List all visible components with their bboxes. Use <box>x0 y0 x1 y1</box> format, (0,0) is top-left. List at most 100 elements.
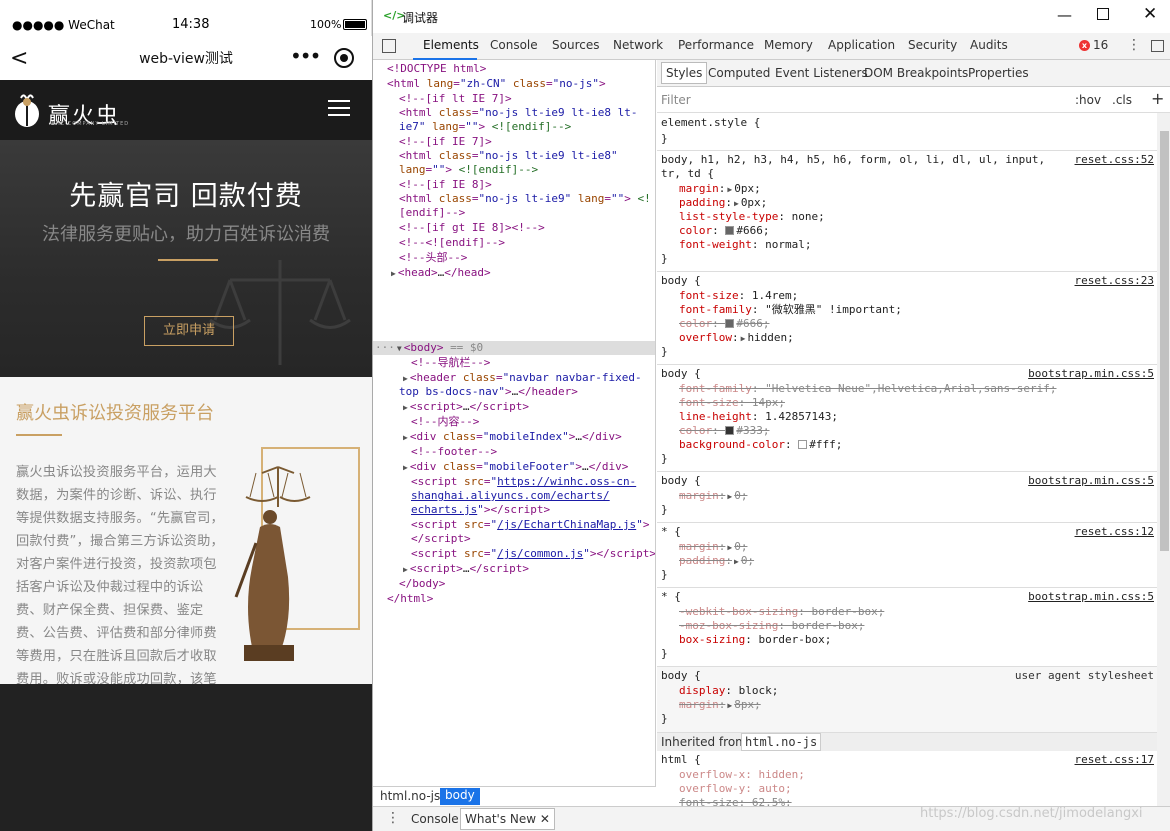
close-icon[interactable]: ✕ <box>1143 4 1157 24</box>
tab-security[interactable]: Security <box>908 38 957 52</box>
inherited-tag[interactable]: html.no-js <box>741 733 822 751</box>
dom-line[interactable]: <script src="/js/common.js"></script> <box>411 547 655 561</box>
dom-line[interactable]: shanghai.aliyuncs.com/echarts/ <box>411 489 610 503</box>
breadcrumb-body[interactable]: body <box>440 788 480 805</box>
battery-percent: 100% <box>310 18 342 31</box>
breadcrumb-html[interactable]: html.no-js <box>375 789 445 803</box>
devtools-window: </> 调试器 — ✕ Elements Console Sources Net… <box>372 0 1170 831</box>
wechat-navbar: < web-view测试 ••• <box>0 36 372 80</box>
dom-line[interactable]: ▶ <script>…</script> <box>401 562 529 577</box>
tab-computed[interactable]: Computed <box>708 66 770 80</box>
intro-section: 赢火虫诉讼投资服务平台 赢火虫诉讼投资服务平台，运用大数据，为案件的诊断、诉讼、… <box>0 377 372 684</box>
dom-line[interactable]: ▶ <script>…</script> <box>401 400 529 415</box>
status-time: 14:38 <box>172 17 210 32</box>
signal-carrier: ●●●●● WeChat <box>12 18 115 32</box>
style-rule[interactable]: body { bootstrap.min.css:5 margin: ▶ 0; } <box>657 472 1157 523</box>
dom-line[interactable]: <html class="no-js lt-ie9 lt-ie8" <box>399 149 618 163</box>
breadcrumb: html.no-js body <box>373 786 656 806</box>
dom-line[interactable]: ▶ <head>…</head> <box>389 266 491 281</box>
tab-event-listeners[interactable]: Event Listeners <box>775 66 868 80</box>
tab-audits[interactable]: Audits <box>970 38 1008 52</box>
lady-justice-statue-icon <box>234 466 311 661</box>
dom-line[interactable]: <script src="https://winhc.oss-cn- <box>411 475 636 489</box>
tab-application[interactable]: Application <box>828 38 895 52</box>
dom-line[interactable]: [endif]--> <box>399 206 465 220</box>
tab-performance[interactable]: Performance <box>678 38 754 52</box>
style-rule-user-agent[interactable]: body { user agent stylesheet display: bl… <box>657 667 1157 733</box>
dom-line[interactable]: <!--<![endif]--> <box>399 236 505 250</box>
dom-line[interactable]: ▶ <div class="mobileIndex">…</div> <box>401 430 622 445</box>
apply-now-button[interactable]: 立即申请 <box>144 316 234 346</box>
style-rule[interactable]: * { bootstrap.min.css:5 -webkit-box-sizi… <box>657 588 1157 667</box>
dom-line[interactable]: <!--[if IE 8]> <box>399 178 492 192</box>
tab-sources[interactable]: Sources <box>552 38 599 52</box>
dom-line[interactable]: top bs-docs-nav">…</header> <box>399 385 578 399</box>
dom-line[interactable]: </script> <box>411 532 471 546</box>
dom-line[interactable]: <!--footer--> <box>411 445 497 459</box>
hover-state-toggle[interactable]: :hov <box>1075 93 1101 107</box>
dom-line[interactable]: <html class="no-js lt-ie9" lang=""> <! <box>399 192 651 206</box>
tab-dom-breakpoints[interactable]: DOM Breakpoints <box>864 66 968 80</box>
dom-line[interactable]: <!--[if IE 7]> <box>399 135 492 149</box>
scrollbar-thumb[interactable] <box>1160 131 1169 551</box>
dom-line[interactable]: <!--导航栏--> <box>411 356 490 370</box>
close-capsule-icon[interactable] <box>334 48 354 68</box>
elements-dom-tree[interactable]: <!DOCTYPE html> <html lang="zh-CN" class… <box>373 60 656 786</box>
maximize-icon[interactable] <box>1097 8 1109 20</box>
drawer-tab-console[interactable]: Console <box>411 812 459 826</box>
style-rule[interactable]: body { bootstrap.min.css:5 font-family: … <box>657 365 1157 472</box>
filter-input[interactable]: Filter <box>661 93 691 107</box>
style-rule[interactable]: html { reset.css:17 overflow-x: hidden; … <box>657 751 1157 806</box>
drawer-menu-icon[interactable]: ⋮ <box>386 810 400 826</box>
inherited-label: Inherited from <box>661 735 747 749</box>
dom-line[interactable]: <html class="no-js lt-ie9 lt-ie8 lt- <box>399 106 637 120</box>
tab-properties[interactable]: Properties <box>968 66 1029 80</box>
styles-scrollbar[interactable] <box>1157 113 1170 806</box>
devtools-tabbar: Elements Console Sources Network Perform… <box>373 33 1170 60</box>
dock-side-icon[interactable] <box>1151 40 1164 52</box>
hamburger-menu-icon[interactable] <box>328 100 350 118</box>
window-title: 调试器 <box>402 11 439 25</box>
dom-line[interactable]: ▶ <div class="mobileFooter">…</div> <box>401 460 628 475</box>
tab-styles[interactable]: Styles <box>661 62 708 84</box>
dom-line[interactable]: echarts.js"></script> <box>411 503 550 517</box>
style-rule[interactable]: element.style { } <box>657 114 1157 151</box>
styles-subtabs: Styles Computed Event Listeners DOM Brea… <box>657 60 1170 87</box>
inspect-element-icon[interactable] <box>382 39 396 53</box>
dom-line[interactable]: <!--内容--> <box>411 415 479 429</box>
dom-line[interactable]: </html> <box>387 592 433 606</box>
site-header: 赢火虫 WHC COMPANY LIMITED <box>0 80 372 140</box>
dom-line[interactable]: ie7" lang=""> <![endif]--> <box>399 120 571 134</box>
tab-elements[interactable]: Elements <box>423 38 479 52</box>
more-icon[interactable]: ••• <box>290 44 321 68</box>
drawer-tab-whats-new-label: What's New <box>465 812 537 826</box>
simulator-background <box>0 684 372 831</box>
new-rule-icon[interactable]: + <box>1151 89 1164 108</box>
dom-line[interactable]: <!--[if gt IE 8]><!--> <box>399 221 545 235</box>
style-rule[interactable]: body { reset.css:23 font-size: 1.4rem; f… <box>657 272 1157 365</box>
drawer-tab-whats-new[interactable]: What's New ✕ <box>460 808 555 830</box>
close-tab-icon[interactable]: ✕ <box>540 812 550 826</box>
tab-network[interactable]: Network <box>613 38 663 52</box>
tab-console[interactable]: Console <box>490 38 538 52</box>
dom-line[interactable]: <script src="/js/EchartChinaMap.js"> <box>411 518 649 532</box>
more-options-icon[interactable]: ⋮ <box>1127 37 1141 53</box>
dom-line[interactable]: </body> <box>399 577 445 591</box>
style-rule[interactable]: body, h1, h2, h3, h4, h5, h6, form, ol, … <box>657 151 1157 272</box>
dom-line[interactable]: <!--[if lt IE 7]> <box>399 92 512 106</box>
tab-memory[interactable]: Memory <box>764 38 813 52</box>
dom-line-body-selected[interactable]: ··· ▼ <body> == $0 <box>375 341 483 356</box>
section-divider <box>16 434 62 436</box>
dom-line[interactable]: lang=""> <![endif]--> <box>399 163 538 177</box>
window-titlebar: </> 调试器 — ✕ <box>373 0 1170 33</box>
dom-line[interactable]: ▶ <header class="navbar navbar-fixed- <box>401 371 642 386</box>
class-toggle[interactable]: .cls <box>1112 93 1132 107</box>
error-count: 16 <box>1093 38 1109 52</box>
minimize-icon[interactable]: — <box>1057 6 1072 24</box>
dom-line[interactable]: <html lang="zh-CN" class="no-js"> <box>387 77 606 91</box>
dom-line[interactable]: <!DOCTYPE html> <box>387 62 486 76</box>
error-counter[interactable]: x 16 <box>1079 38 1108 52</box>
dom-line[interactable]: <!--头部--> <box>399 251 467 265</box>
style-rule[interactable]: * { reset.css:12 margin: ▶ 0; padding: ▶ 0; … <box>657 523 1157 588</box>
hero-title: 先赢官司 回款付费 <box>69 181 303 212</box>
